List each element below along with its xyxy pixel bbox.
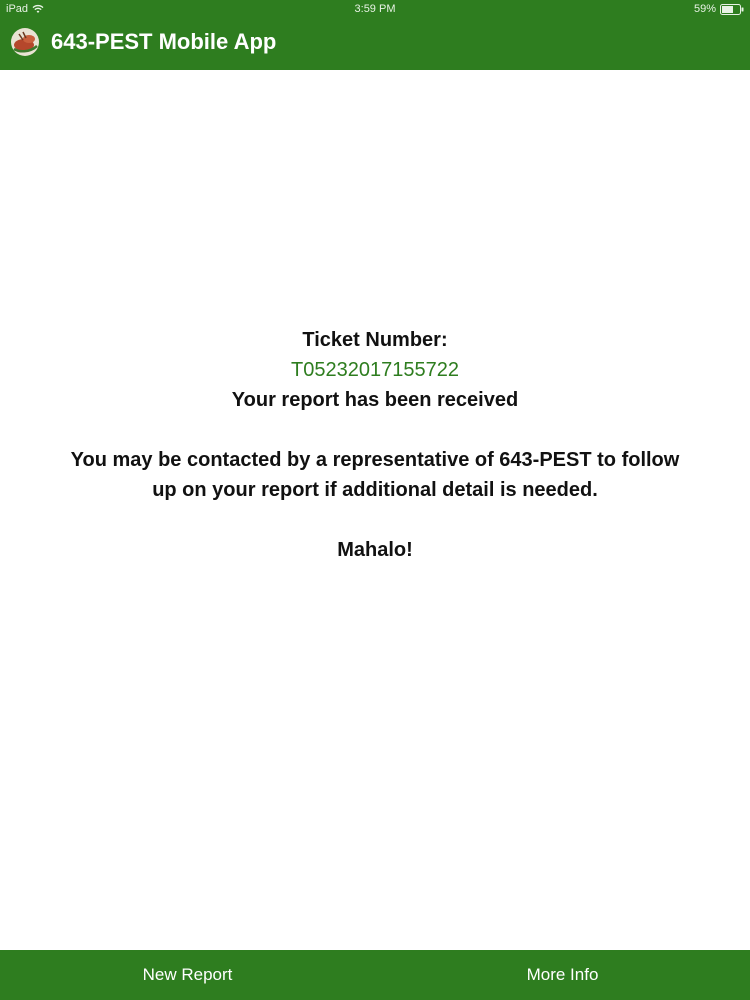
closing-text: Mahalo! <box>337 539 413 561</box>
more-info-button[interactable]: More Info <box>375 950 750 1000</box>
battery-icon <box>720 3 744 15</box>
new-report-button[interactable]: New Report <box>0 950 375 1000</box>
report-received-text: Your report has been received <box>231 389 519 411</box>
bottom-bar: New Report More Info <box>0 950 750 1000</box>
app-logo-icon <box>9 26 41 58</box>
app-bar: 643-PEST Mobile App <box>0 22 750 62</box>
ticket-number: T05232017155722 <box>291 359 459 381</box>
contact-text-line2: up on your report if additional detail i… <box>152 479 598 501</box>
status-right: 59% <box>694 3 744 15</box>
contact-text-line1: You may be contacted by a representative… <box>70 449 680 471</box>
screen: iPad 3:59 PM 59% 643-PEST Mobile App Tic… <box>0 0 750 1000</box>
app-title: 643-PEST Mobile App <box>51 29 277 54</box>
ticket-label: Ticket Number: <box>302 329 448 351</box>
battery-percent: 59% <box>693 3 716 15</box>
status-bar: iPad 3:59 PM 59% <box>0 0 750 20</box>
header: iPad 3:59 PM 59% 643-PEST Mobile App <box>0 0 750 70</box>
status-time: 3:59 PM <box>354 3 396 15</box>
confirmation-message: Ticket Number: T05232017155722 Your repo… <box>0 325 750 565</box>
content-area: Ticket Number: T05232017155722 Your repo… <box>0 70 750 950</box>
